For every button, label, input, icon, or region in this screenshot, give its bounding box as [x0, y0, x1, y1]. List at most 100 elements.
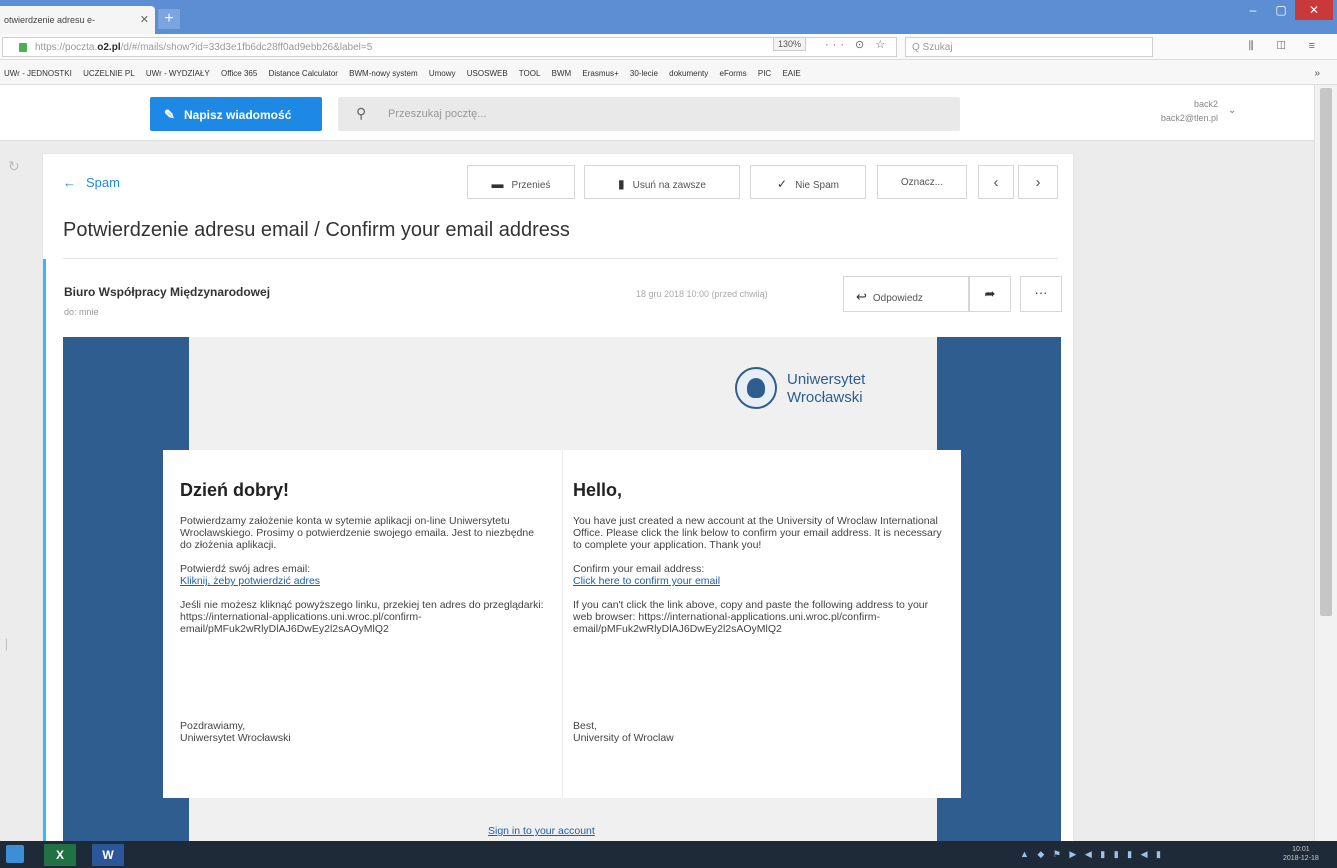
word-taskbar-button[interactable]: W — [92, 844, 124, 866]
university-logo: Uniwersytet Wrocławski — [735, 367, 895, 419]
browser-titlebar: otwierdzenie adresu e- ✕ + – ▢ ✕ — [0, 0, 1337, 34]
chevron-down-icon[interactable]: ⌄ — [1228, 105, 1236, 116]
bookmark-item[interactable]: Distance Calculator — [269, 69, 338, 78]
not-spam-label: Nie Spam — [795, 180, 839, 191]
previous-message-button[interactable]: ‹ — [978, 165, 1014, 199]
bookmark-item[interactable]: TOOL — [519, 69, 541, 78]
bookmarks-bar: UWr - JEDNOSTKI UCZELNIE PL UWr - WYDZIA… — [0, 60, 1337, 85]
bookmarks-overflow-icon[interactable]: » — [1314, 68, 1320, 79]
logo-text: Uniwersytet Wrocławski — [787, 371, 865, 407]
excel-taskbar-button[interactable]: X — [44, 844, 76, 866]
window-close-button[interactable]: ✕ — [1295, 0, 1333, 20]
back-to-spam-link[interactable]: ← Spam — [63, 175, 120, 190]
bookmark-item[interactable]: USOSWEB — [467, 69, 508, 78]
page-scrollbar[interactable] — [1314, 85, 1337, 841]
reply-button[interactable]: ↩ Odpowiedz — [843, 276, 969, 312]
new-tab-button[interactable]: + — [158, 9, 180, 29]
message-item: Biuro Współpracy Międzynarodowej do: mni… — [43, 259, 1075, 844]
bookmark-item[interactable]: 30-lecie — [630, 69, 658, 78]
confirm-block: Confirm your email address: Click here t… — [573, 563, 945, 587]
refresh-icon[interactable]: ↻ — [8, 158, 20, 175]
browser-tab[interactable]: otwierdzenie adresu e- ✕ — [0, 6, 155, 34]
back-label: Spam — [86, 175, 120, 190]
bookmark-item[interactable]: BWM-nowy system — [349, 69, 417, 78]
bookmark-item[interactable]: eForms — [720, 69, 747, 78]
polish-column: Dzień dobry! Potwierdzamy założenie kont… — [163, 450, 562, 798]
library-menu-icon[interactable]: ⫼ ◫ ≡ — [1249, 40, 1325, 53]
bookmark-item[interactable]: UWr - JEDNOSTKI — [4, 69, 72, 78]
confirm-link[interactable]: Kliknij, żeby potwierdzić adres — [180, 575, 320, 587]
delete-label: Usuń na zawsze — [632, 180, 706, 191]
address-bar[interactable]: https://poczta.o2.pl/d/#/mails/show?id=3… — [2, 37, 897, 57]
message-date: 18 gru 2018 10:00 (przed chwilą) — [636, 289, 768, 299]
greeting-heading: Hello, — [573, 480, 623, 500]
zoom-level[interactable]: 130% — [773, 37, 807, 51]
chevron-left-icon: ‹ — [993, 174, 999, 191]
trash-icon: ▮ — [618, 177, 625, 191]
compose-button[interactable]: ✎ Napisz wiadomość — [150, 97, 322, 131]
confirm-link[interactable]: Click here to confirm your email — [573, 575, 720, 587]
mail-search-placeholder: Przeszukaj pocztę... — [388, 108, 487, 120]
account-email: back2@tlen.pl — [1160, 113, 1218, 123]
english-column: Hello, You have just created a new accou… — [562, 450, 961, 798]
bookmark-star-icon[interactable]: ··· ⊙ ☆ — [825, 38, 889, 51]
url-rest: /d/#/mails/show?id=33d3e1fb6dc28ff0ad9eb… — [120, 42, 373, 53]
browser-navbar: https://poczta.o2.pl/d/#/mails/show?id=3… — [0, 34, 1337, 60]
clock-date: 2018-12-18 — [1283, 855, 1319, 862]
bookmark-item[interactable]: Umowy — [429, 69, 456, 78]
bookmark-item[interactable]: EAIE — [782, 69, 800, 78]
bookmark-item[interactable]: UWr - WYDZIAŁY — [146, 69, 210, 78]
scrollbar-thumb[interactable] — [1320, 88, 1332, 616]
search-icon: ⚲ — [356, 105, 367, 121]
move-label: Przenieś — [511, 180, 551, 191]
start-icon[interactable] — [6, 845, 24, 863]
account-name: back2 — [1193, 99, 1218, 109]
logo-line: Wrocławski — [787, 389, 863, 406]
minimize-button[interactable]: – — [1239, 0, 1267, 20]
mail-search-input[interactable]: ⚲ Przeszukaj pocztę... — [338, 97, 960, 131]
bookmark-item[interactable]: BWM — [552, 69, 572, 78]
bookmark-item[interactable]: PIC — [758, 69, 771, 78]
bookmark-item[interactable]: dokumenty — [669, 69, 708, 78]
move-button[interactable]: ▬ Przenieś — [467, 165, 575, 199]
greeting-heading: Dzień dobry! — [180, 480, 290, 500]
not-spam-button[interactable]: ✓ Nie Spam — [750, 165, 866, 199]
account-menu[interactable]: back2 back2@tlen.pl — [1100, 97, 1218, 125]
bookmark-item[interactable]: Office 365 — [221, 69, 257, 78]
forward-button[interactable]: ➦ — [969, 276, 1011, 312]
next-message-button[interactable]: › — [1018, 165, 1058, 199]
taskbar-clock[interactable]: 10:01 2018-12-18 — [1283, 845, 1319, 863]
reply-label: Odpowiedz — [872, 293, 923, 304]
lock-icon — [19, 43, 27, 52]
mark-as-button[interactable]: Oznacz... — [877, 165, 967, 199]
email-card: Dzień dobry! Potwierdzamy założenie kont… — [163, 450, 961, 798]
university-seal-icon — [735, 367, 777, 409]
logo-line: Uniwersytet — [787, 371, 866, 388]
arrow-left-icon: ← — [63, 175, 76, 190]
browser-search-input[interactable]: Q Szukaj — [905, 37, 1153, 57]
window-controls: – ▢ ✕ — [1239, 0, 1333, 22]
checkmark-icon: ✓ — [777, 177, 788, 191]
fallback-text: If you can't click the link above, copy … — [573, 599, 929, 635]
confirm-prompt: Potwierdź swój adres email: — [180, 563, 311, 575]
signature-line: Best, — [573, 720, 597, 732]
bookmark-item[interactable]: Erasmus+ — [582, 69, 618, 78]
more-icon: ··· — [1034, 285, 1048, 300]
signin-link[interactable]: Sign in to your account — [488, 825, 595, 837]
chevron-right-icon: › — [1035, 174, 1041, 191]
maximize-button[interactable]: ▢ — [1267, 0, 1295, 20]
tab-title: otwierdzenie adresu e- — [4, 15, 96, 25]
tab-close-icon[interactable]: ✕ — [140, 13, 149, 26]
delete-forever-button[interactable]: ▮ Usuń na zawsze — [584, 165, 740, 199]
more-actions-button[interactable]: ··· — [1020, 276, 1062, 312]
confirm-block: Potwierdź swój adres email: Kliknij, żeb… — [180, 563, 546, 587]
signature: Pozdrawiamy, Uniwersytet Wrocławski — [180, 720, 291, 744]
confirm-prompt: Confirm your email address: — [573, 563, 705, 575]
fallback-text: Jeśli nie możesz kliknąć powyższego link… — [180, 599, 544, 635]
bookmark-item[interactable]: UCZELNIE PL — [83, 69, 135, 78]
system-tray-icons[interactable]: ▲ ◆ ⚑ ▶ ◀ ▮ ▮ ▮ ◀ ▮ — [1020, 849, 1164, 860]
signature-line: Uniwersytet Wrocławski — [180, 732, 291, 744]
sender-name: Biuro Współpracy Międzynarodowej — [64, 285, 271, 299]
reply-icon: ↩ — [856, 289, 867, 304]
signature: Best, University of Wroclaw — [573, 720, 674, 744]
